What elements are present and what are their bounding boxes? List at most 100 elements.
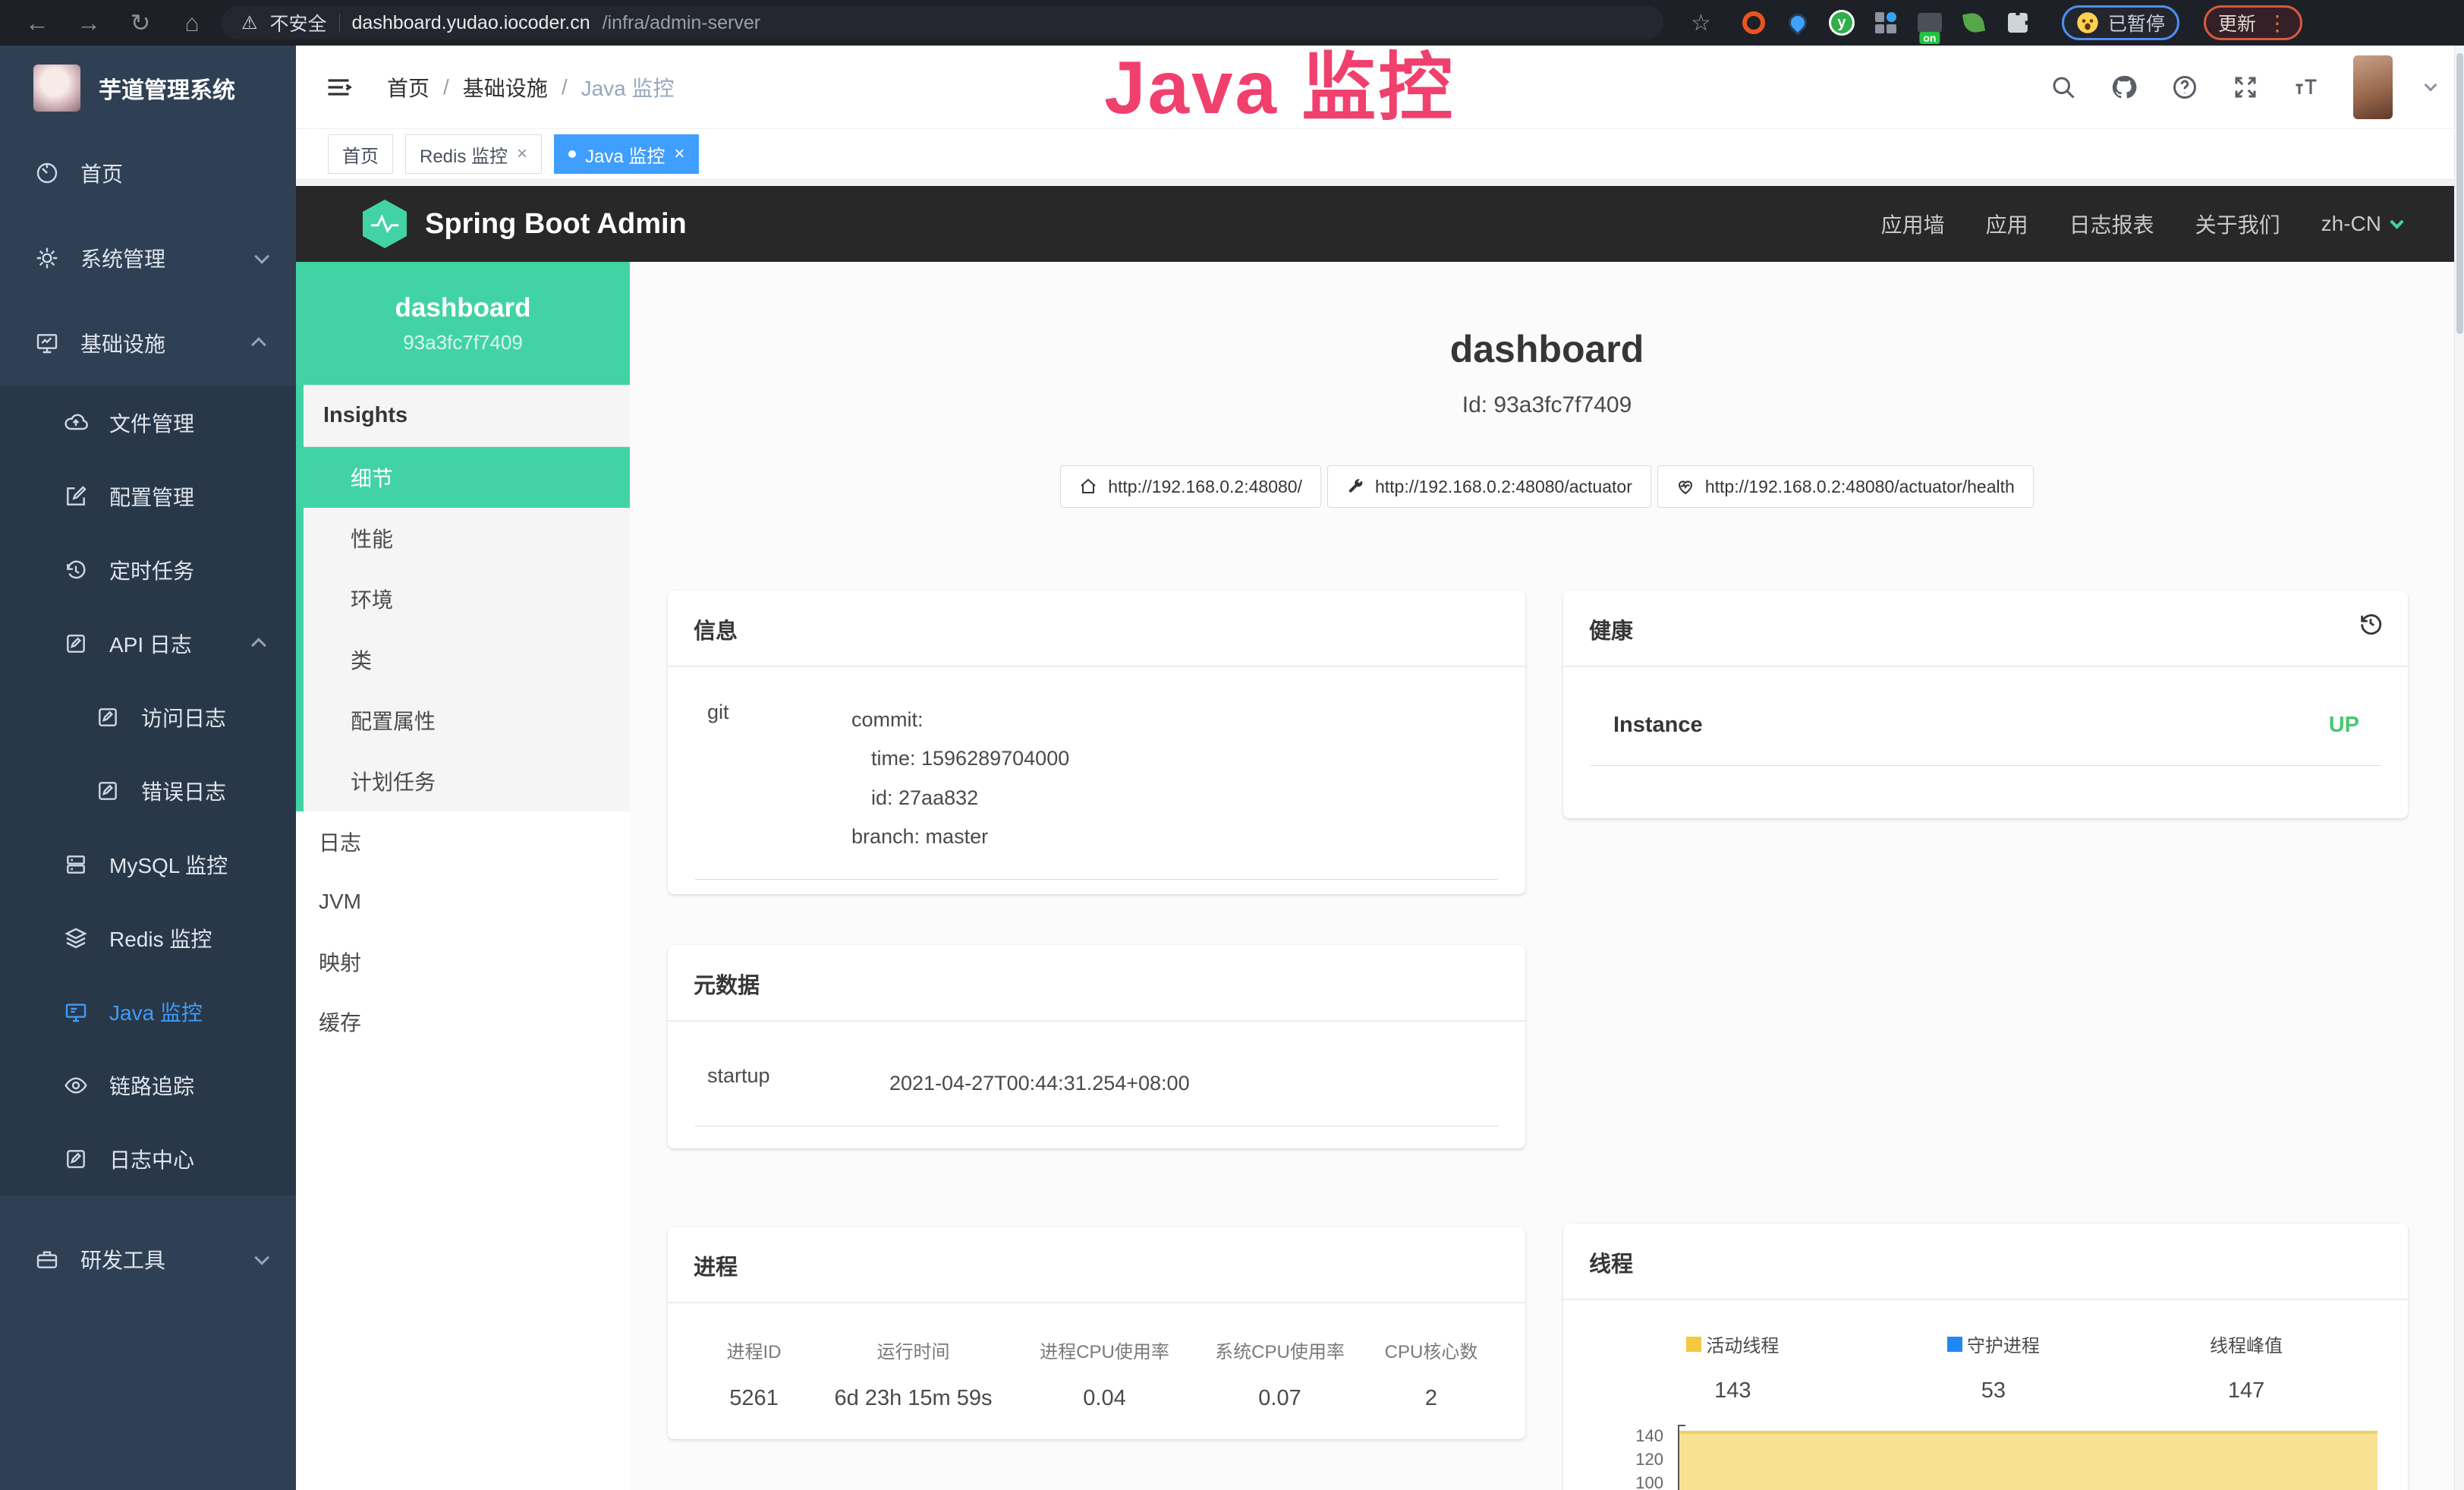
not-secure-warning-icon: ⚠ (241, 12, 258, 34)
sba-item-classes[interactable]: 类 (304, 629, 630, 690)
scrollbar-thumb[interactable] (2456, 53, 2463, 334)
search-icon[interactable] (2050, 74, 2077, 101)
chevron-up-icon (251, 337, 266, 352)
card-title: 进程 (668, 1227, 1525, 1303)
sba-instance-header[interactable]: dashboard 93a3fc7f7409 (296, 262, 630, 385)
process-col-header: 进程ID (698, 1337, 810, 1363)
scrollbar-track[interactable] (2454, 46, 2464, 1490)
sidebar-item-dev-tools[interactable]: 研发工具 (0, 1217, 296, 1302)
y-axis-tick: 100 (1613, 1473, 1663, 1490)
sba-nav-about[interactable]: 关于我们 (2195, 209, 2280, 239)
sba-nav-journal[interactable]: 日志报表 (2069, 209, 2154, 239)
extension-on-switch-icon[interactable]: on (1916, 9, 1943, 36)
close-icon[interactable]: × (517, 143, 527, 165)
health-url-button[interactable]: http://192.168.0.2:48080/actuator/health (1657, 465, 2034, 508)
sidebar-item-home[interactable]: 首页 (0, 131, 296, 216)
home-icon (1079, 477, 1097, 496)
sidebar-item-api-log[interactable]: API 日志 (0, 606, 296, 680)
y-axis-tick: 120 (1613, 1450, 1663, 1470)
fullscreen-icon[interactable] (2232, 74, 2259, 101)
extension-leaf-icon[interactable] (1960, 9, 1987, 36)
tag-java-monitor[interactable]: Java 监控 × (554, 134, 699, 174)
instance-id: 93a3fc7f7409 (403, 331, 523, 354)
gear-icon (35, 246, 61, 270)
process-col-header: CPU核心数 (1367, 1337, 1495, 1363)
sba-item-details[interactable]: 细节 (304, 447, 630, 508)
health-key: Instance (1613, 713, 1703, 738)
user-avatar[interactable] (2353, 55, 2393, 119)
logo-image (33, 65, 80, 112)
sidebar-item-trace[interactable]: 链路追踪 (0, 1048, 296, 1122)
sidebar-item-scheduled-jobs[interactable]: 定时任务 (0, 533, 296, 606)
log-edit-icon (96, 779, 121, 803)
card-title: 信息 (668, 591, 1525, 667)
font-size-icon[interactable] (2292, 74, 2320, 101)
peak-threads-value: 147 (2228, 1378, 2264, 1403)
history-icon[interactable] (2358, 610, 2384, 636)
sidebar-item-error-log[interactable]: 错误日志 (0, 754, 296, 827)
tag-redis-monitor[interactable]: Redis 监控 × (405, 134, 542, 174)
hamburger-icon[interactable] (325, 74, 352, 101)
github-icon[interactable] (2110, 74, 2138, 101)
close-icon[interactable]: × (674, 143, 684, 165)
sidebar-item-java-monitor[interactable]: Java 监控 (0, 975, 296, 1048)
back-icon[interactable]: ← (15, 9, 59, 37)
chrome-menu-icon[interactable]: ⋮ (2267, 11, 2288, 36)
extension-orange-icon[interactable] (1740, 9, 1767, 36)
daemon-threads-value: 53 (1981, 1378, 2006, 1403)
extension-puzzle-icon[interactable] (2004, 9, 2031, 36)
help-icon[interactable] (2171, 74, 2198, 101)
chrome-update-button[interactable]: 更新 ⋮ (2204, 5, 2302, 40)
actuator-url-button[interactable]: http://192.168.0.2:48080/actuator (1327, 465, 1651, 508)
sidebar-item-redis-monitor[interactable]: Redis 监控 (0, 901, 296, 975)
sidebar-item-mysql-monitor[interactable]: MySQL 监控 (0, 827, 296, 901)
live-threads-value: 143 (1714, 1378, 1751, 1403)
sidebar-item-log-center[interactable]: 日志中心 (0, 1122, 296, 1195)
sba-item-mappings[interactable]: 映射 (296, 931, 630, 991)
sba-item-logs[interactable]: 日志 (296, 811, 630, 871)
sba-item-config-props[interactable]: 配置属性 (304, 690, 630, 751)
home-icon[interactable]: ⌂ (170, 9, 214, 37)
sidebar-item-system[interactable]: 系统管理 (0, 216, 296, 301)
forward-icon[interactable]: → (67, 9, 111, 37)
tag-home[interactable]: 首页 (328, 134, 393, 174)
sba-nav-applications[interactable]: 应用 (1986, 209, 2028, 239)
metadata-value: 2021-04-27T00:44:31.254+08:00 (889, 1064, 1190, 1103)
sba-logo-icon[interactable] (363, 200, 407, 248)
breadcrumb-infra[interactable]: 基础设施 (463, 72, 548, 102)
process-col-value: 0.04 (1017, 1386, 1192, 1411)
card-title: 线程 (1563, 1224, 2408, 1300)
right-card-column: 健康 Instance UP 线程 (1563, 591, 2408, 1490)
sba-sidebar: dashboard 93a3fc7f7409 Insights 细节 性能 环境… (296, 262, 630, 1490)
service-url-button[interactable]: http://192.168.0.2:48080/ (1060, 465, 1321, 508)
metadata-card: 元数据 startup 2021-04-27T00:44:31.254+08:0… (668, 945, 1525, 1148)
page-title: dashboard (630, 327, 2464, 371)
process-col-value: 2 (1367, 1386, 1495, 1411)
sidebar-item-file-manage[interactable]: 文件管理 (0, 386, 296, 459)
sidebar-item-infra[interactable]: 基础设施 (0, 301, 296, 386)
active-dot (568, 150, 576, 158)
process-col-header: 进程CPU使用率 (1017, 1337, 1192, 1363)
bookmark-star-icon[interactable]: ☆ (1691, 10, 1711, 36)
breadcrumb-home[interactable]: 首页 (387, 72, 430, 102)
sba-item-scheduled-tasks[interactable]: 计划任务 (304, 751, 630, 811)
sba-nav-wall[interactable]: 应用墙 (1881, 209, 1945, 239)
extension-green-y-icon[interactable]: y (1828, 9, 1855, 36)
thread-stats: 活动线程 143 守护进程 53 线程峰值 147 (1591, 1331, 2381, 1403)
reload-icon[interactable]: ↻ (118, 8, 162, 37)
sba-item-caches[interactable]: 缓存 (296, 991, 630, 1051)
sba-item-environment[interactable]: 环境 (304, 569, 630, 629)
profile-paused-chip[interactable]: 已暂停 (2062, 5, 2179, 40)
sba-language-select[interactable]: zh-CN (2321, 212, 2402, 236)
info-key: git (707, 701, 851, 856)
database-icon (64, 852, 90, 877)
avatar-caret-down-icon[interactable] (2425, 78, 2437, 91)
extension-pin-icon[interactable] (1784, 9, 1811, 36)
header-actions (2050, 55, 2435, 119)
sba-item-metrics[interactable]: 性能 (304, 508, 630, 569)
sidebar-item-access-log[interactable]: 访问日志 (0, 680, 296, 754)
sba-item-jvm[interactable]: JVM (296, 871, 630, 931)
app-logo-row[interactable]: 芋道管理系统 (0, 46, 296, 131)
sidebar-item-config-manage[interactable]: 配置管理 (0, 459, 296, 533)
extension-grid-icon[interactable] (1872, 9, 1899, 36)
